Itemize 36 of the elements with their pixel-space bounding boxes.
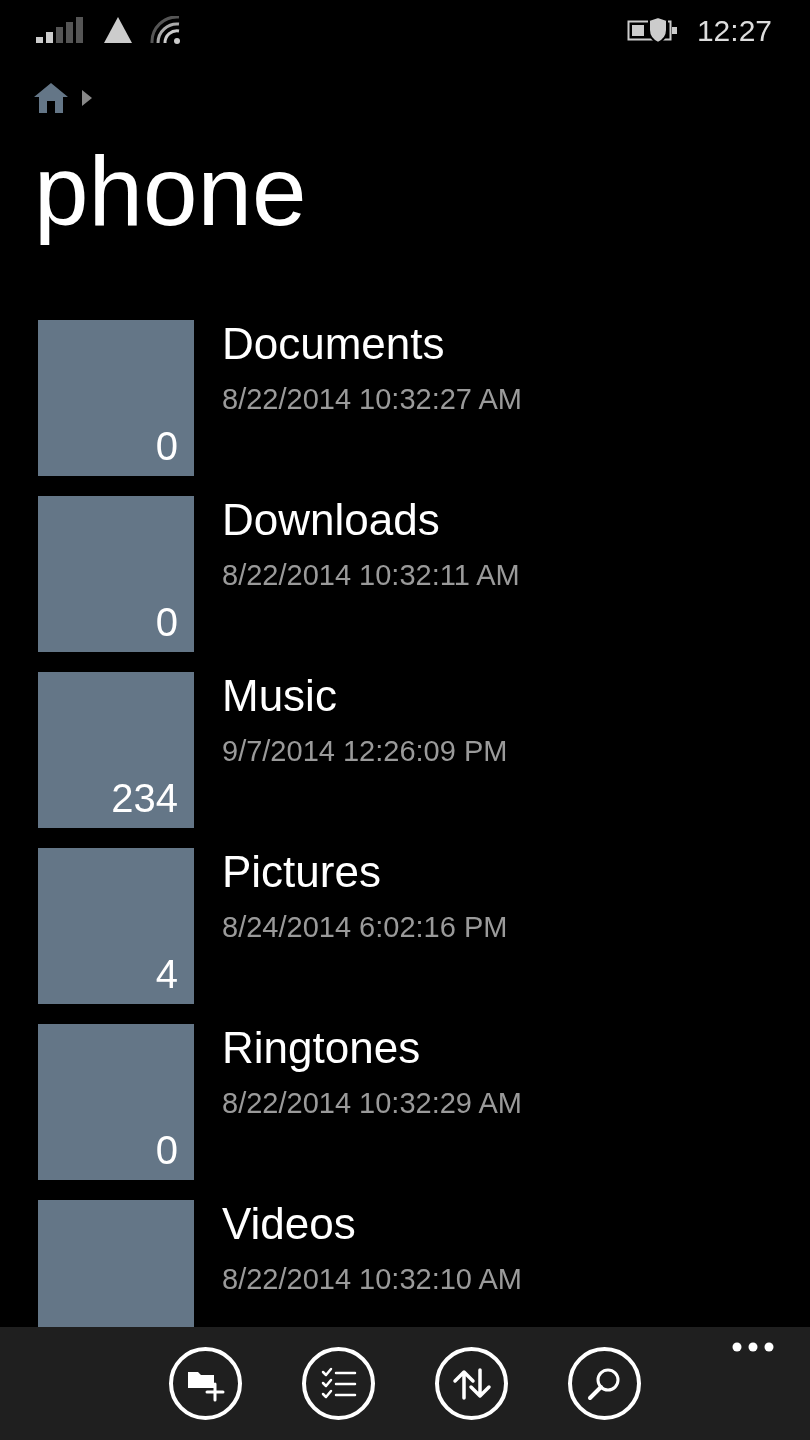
item-count: 234 bbox=[111, 778, 178, 818]
item-count: 0 bbox=[155, 1130, 178, 1170]
clock-time: 12:27 bbox=[696, 12, 772, 49]
folder-tile[interactable]: 4 bbox=[38, 848, 194, 1004]
folder-name[interactable]: Documents bbox=[222, 322, 522, 366]
folder-name[interactable]: Ringtones bbox=[222, 1026, 522, 1070]
item-count: 0 bbox=[155, 426, 178, 466]
folder-tile[interactable]: 0 bbox=[38, 1024, 194, 1180]
battery-saver-icon bbox=[626, 17, 679, 43]
item-count: 4 bbox=[155, 954, 178, 994]
folder-name[interactable]: Music bbox=[222, 674, 508, 718]
signal-strength-icon bbox=[36, 17, 86, 43]
modified-date: 8/22/2014 10:32:10 AM bbox=[222, 1262, 522, 1297]
folder-tile[interactable] bbox=[38, 1200, 194, 1327]
modified-date: 9/7/2014 12:26:09 PM bbox=[222, 734, 508, 769]
folder-name[interactable]: Videos bbox=[222, 1202, 522, 1246]
modified-date: 8/24/2014 6:02:16 PM bbox=[222, 910, 508, 945]
page-title: phone bbox=[33, 142, 308, 248]
modified-date: 8/22/2014 10:32:27 AM bbox=[222, 382, 522, 417]
triangle-icon bbox=[104, 17, 132, 43]
folder-tile[interactable]: 0 bbox=[38, 320, 194, 476]
folder-tile[interactable]: 234 bbox=[38, 672, 194, 828]
new-folder-button[interactable] bbox=[169, 1347, 242, 1420]
home-icon[interactable] bbox=[34, 83, 68, 113]
folder-name[interactable]: Pictures bbox=[222, 850, 508, 894]
folder-name[interactable]: Downloads bbox=[222, 498, 520, 542]
modified-date: 8/22/2014 10:32:29 AM bbox=[222, 1086, 522, 1121]
select-button[interactable] bbox=[302, 1347, 375, 1420]
chevron-right-icon bbox=[82, 90, 92, 106]
folder-tile[interactable]: 0 bbox=[38, 496, 194, 652]
modified-date: 8/22/2014 10:32:11 AM bbox=[222, 558, 520, 593]
more-icon[interactable] bbox=[732, 1342, 774, 1352]
sort-button[interactable] bbox=[435, 1347, 508, 1420]
wifi-icon bbox=[150, 16, 182, 44]
search-button[interactable] bbox=[568, 1347, 641, 1420]
item-count: 0 bbox=[155, 602, 178, 642]
